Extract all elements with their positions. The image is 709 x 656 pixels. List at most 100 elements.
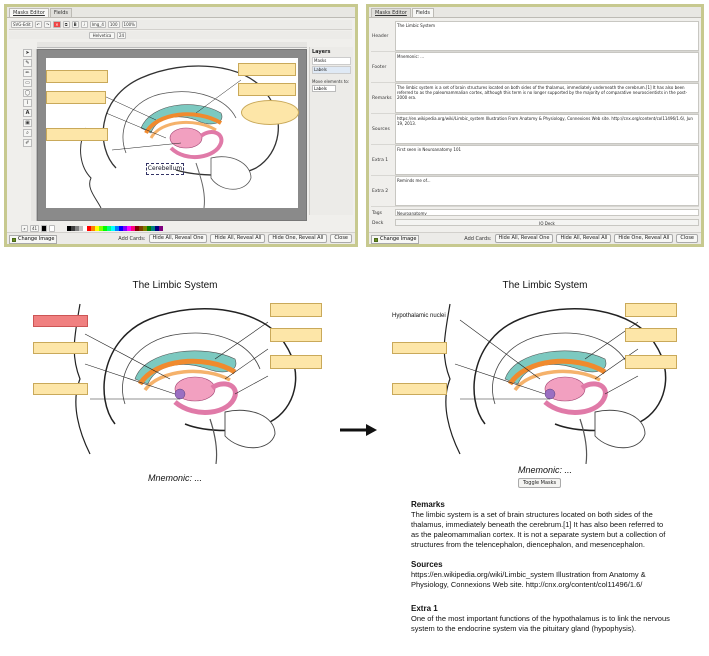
font-size-field[interactable]: 24 xyxy=(117,31,127,39)
mask-rect[interactable] xyxy=(625,328,677,342)
mask-rect[interactable] xyxy=(33,342,88,354)
layer-item-masks[interactable]: Masks xyxy=(312,57,351,65)
close-button[interactable]: Close xyxy=(330,234,352,243)
ellipse-tool-icon[interactable]: ◯ xyxy=(23,89,32,97)
drawing-canvas[interactable]: Cerebellum xyxy=(46,58,299,209)
mask-rect[interactable] xyxy=(33,383,88,395)
canvas-area: Cerebellum xyxy=(37,49,307,221)
zoom-icon[interactable]: ⌕ xyxy=(21,225,28,232)
hide-one-reveal-all-button[interactable]: Hide One, Reveal All xyxy=(268,234,328,243)
tab-fields[interactable]: Fields xyxy=(49,8,73,17)
field-row-header: Header The Limbic System xyxy=(371,21,699,52)
sources-section: Sources https://en.wikipedia.org/wiki/Li… xyxy=(411,560,673,590)
pencil-tool-icon[interactable]: ✏ xyxy=(23,69,32,77)
field-label: Sources xyxy=(372,126,390,132)
field-input-extra2[interactable]: Reminds me of... xyxy=(395,176,699,206)
tags-input[interactable]: Neuroanatomy xyxy=(395,209,699,216)
mask-rect-1[interactable] xyxy=(46,70,108,83)
mask-rect[interactable] xyxy=(392,383,447,395)
hide-all-reveal-one-button[interactable]: Hide All, Reveal One xyxy=(494,234,554,243)
delete-icon[interactable]: ✕ xyxy=(53,21,61,28)
mask-rect-3[interactable] xyxy=(46,128,108,141)
mask-rect[interactable] xyxy=(625,303,677,317)
rect-tool-icon[interactable]: ▭ xyxy=(23,79,32,87)
mask-rect[interactable] xyxy=(270,303,322,317)
font-family-select[interactable]: Helvetica xyxy=(89,31,115,39)
hypothalamic-label: Hypothalamic nuclei xyxy=(392,313,446,319)
image-tool-icon[interactable]: ▣ xyxy=(23,119,32,127)
clone-icon[interactable]: ⧉ xyxy=(62,21,70,28)
editor-tabs: Masks Editor Fields xyxy=(7,7,355,18)
color-palette xyxy=(67,226,164,231)
field-input-extra1[interactable]: First seen in Neuroanatomy 101 xyxy=(395,145,699,175)
card-front-title: The Limbic System xyxy=(132,280,218,291)
field-input-remarks[interactable]: The limbic system is a set of brain stru… xyxy=(395,83,699,113)
cerebellum-label[interactable]: Cerebellum xyxy=(146,163,184,175)
tags-label: Tags xyxy=(372,211,382,216)
fields-tabs: Masks Editor Fields xyxy=(369,7,701,18)
stroke-color-swatch[interactable] xyxy=(49,225,56,232)
id-field[interactable]: Img_4 xyxy=(89,21,106,28)
editor-footer: Change Image Add Cards: Hide All, Reveal… xyxy=(7,232,355,244)
extra1-title: Extra 1 xyxy=(411,604,438,613)
tool-palette: ➤ ✎ ✏ ▭ ◯ ⌇ A ▣ ⌕ ✐ xyxy=(21,49,34,209)
italic-icon[interactable]: i xyxy=(80,21,88,28)
zoom-level-field[interactable]: 41 xyxy=(30,225,40,232)
tab-fields[interactable]: Fields xyxy=(411,8,435,17)
mask-rect-5[interactable] xyxy=(238,83,296,96)
fill-color-swatch[interactable] xyxy=(41,225,48,232)
undo-icon[interactable]: ↶ xyxy=(34,21,42,28)
masks-editor-window: Masks Editor Fields SVG-Edit ↶ ↷ ✕ ⧉ B i… xyxy=(4,4,358,247)
zoom-tool-icon[interactable]: ⌕ xyxy=(23,129,32,137)
editor-toolbar: SVG-Edit ↶ ↷ ✕ ⧉ B i Img_4 100 100% xyxy=(9,20,352,30)
select-tool-icon[interactable]: ➤ xyxy=(23,49,32,57)
redo-icon[interactable]: ↷ xyxy=(43,21,52,28)
field-input-header[interactable]: The Limbic System xyxy=(395,21,699,51)
hide-all-reveal-all-button[interactable]: Hide All, Reveal All xyxy=(556,234,612,243)
svg-edit-menu[interactable]: SVG-Edit xyxy=(11,21,33,28)
mask-rect[interactable] xyxy=(270,328,322,342)
mask-ellipse[interactable] xyxy=(241,100,299,125)
field-label: Header xyxy=(372,33,389,39)
deck-select[interactable]: IO Deck xyxy=(395,219,699,226)
path-tool-icon[interactable]: ⌇ xyxy=(23,99,32,107)
mask-rect-2[interactable] xyxy=(46,91,106,104)
card-back-title: The Limbic System xyxy=(502,280,588,291)
arrow-right-icon xyxy=(340,424,377,436)
palette-swatch[interactable] xyxy=(159,226,164,231)
zoom-percent[interactable]: 100% xyxy=(121,21,137,28)
layer-item-labels[interactable]: Labels xyxy=(312,66,351,74)
text-tool-icon[interactable]: A xyxy=(23,109,32,117)
field-input-sources[interactable]: https://en.wikipedia.org/wiki/Limbic_sys… xyxy=(395,114,699,144)
hide-one-reveal-all-button[interactable]: Hide One, Reveal All xyxy=(614,234,674,243)
hide-all-reveal-all-button[interactable]: Hide All, Reveal All xyxy=(210,234,266,243)
sources-text: https://en.wikipedia.org/wiki/Limbic_sys… xyxy=(411,570,646,589)
change-image-button[interactable]: Change Image xyxy=(371,235,420,244)
card-back: The Limbic System Mnemonic: ... xyxy=(390,280,700,475)
text-toolbar: Helvetica 24 xyxy=(9,31,352,39)
mask-active[interactable] xyxy=(33,315,88,327)
mask-rect-4[interactable] xyxy=(238,63,296,76)
hide-all-reveal-one-button[interactable]: Hide All, Reveal One xyxy=(148,234,208,243)
mask-rect[interactable] xyxy=(392,342,447,354)
toggle-masks-button[interactable]: Toggle Masks xyxy=(518,478,562,488)
extra1-text: One of the most important functions of t… xyxy=(411,614,670,633)
remarks-section: Remarks The limbic system is a set of br… xyxy=(411,500,673,550)
mask-rect[interactable] xyxy=(625,355,677,369)
field-input-footer[interactable]: Mnemonic: ... xyxy=(395,52,699,82)
opacity-field[interactable]: 100 xyxy=(107,21,120,28)
field-row-remarks: Remarks The limbic system is a set of br… xyxy=(371,83,699,114)
move-elements-select[interactable]: Labels xyxy=(312,85,336,92)
bold-icon[interactable]: B xyxy=(71,21,79,28)
eyedropper-tool-icon[interactable]: ✐ xyxy=(23,139,32,147)
fields-list: Header The Limbic System Footer Mnemonic… xyxy=(371,21,699,228)
brain-illustration xyxy=(443,303,667,464)
tab-masks-editor[interactable]: Masks Editor xyxy=(9,8,49,17)
mask-rect[interactable] xyxy=(270,355,322,369)
node-tool-icon[interactable]: ✎ xyxy=(23,59,32,67)
close-button[interactable]: Close xyxy=(676,234,698,243)
change-image-button[interactable]: Change Image xyxy=(9,235,58,244)
field-label: Footer xyxy=(372,64,387,70)
add-cards-label: Add Cards: xyxy=(118,235,146,242)
tab-masks-editor[interactable]: Masks Editor xyxy=(371,8,411,17)
